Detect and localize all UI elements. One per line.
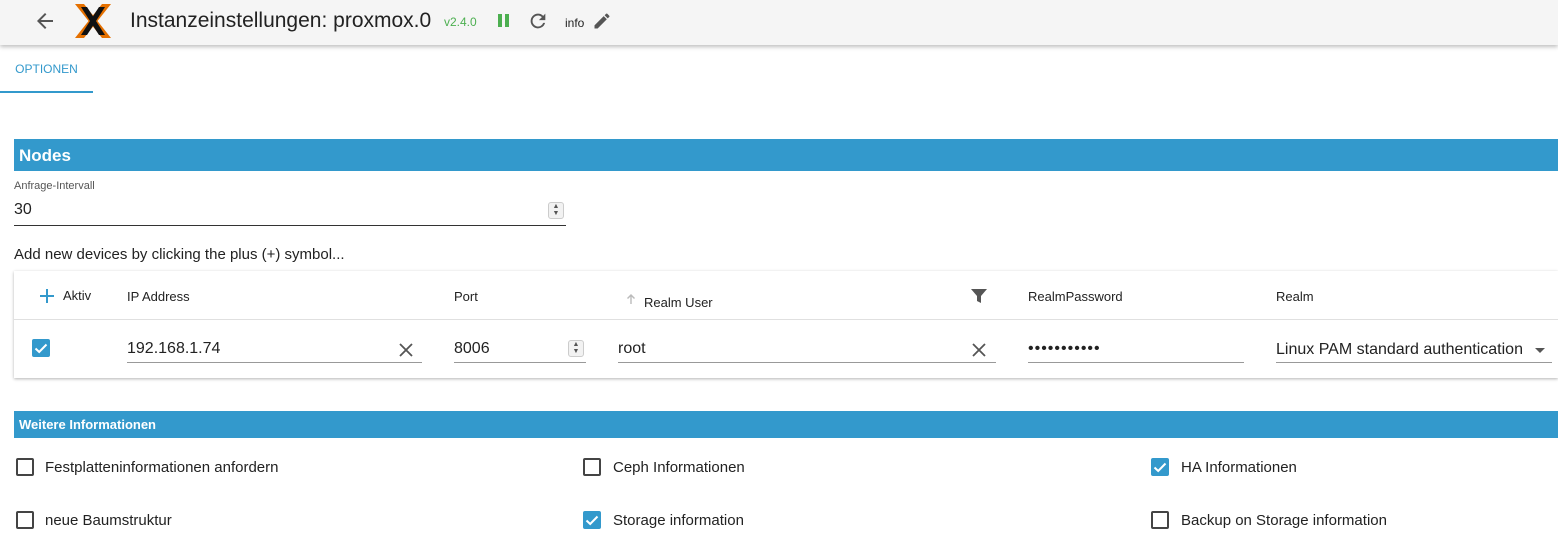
checkbox-baumstruktur[interactable]	[16, 511, 34, 529]
checkbox-festplatten[interactable]	[16, 458, 34, 476]
column-header-aktiv: Aktiv	[63, 288, 92, 303]
checkbox-ceph[interactable]	[583, 458, 601, 476]
realm-user-field	[618, 337, 996, 363]
proxmox-logo-icon	[73, 3, 113, 39]
version-badge: v2.4.0	[444, 15, 477, 29]
nodes-table: Aktiv IP Address Port Realm User RealmPa…	[14, 271, 1558, 378]
interval-label: Anfrage-Intervall	[14, 180, 95, 192]
log-level[interactable]: info	[565, 16, 584, 30]
port-stepper[interactable]: ▲ ▼	[568, 340, 584, 357]
add-hint: Add new devices by clicking the plus (+)…	[14, 246, 345, 263]
realm-select[interactable]: Linux PAM standard authentication	[1276, 337, 1552, 363]
top-bar: Instanzeinstellungen: proxmox.0 v2.4.0 i…	[0, 0, 1558, 45]
label-backup-storage: Backup on Storage information	[1181, 512, 1387, 529]
label-ha: HA Informationen	[1181, 459, 1297, 476]
ip-address-field	[127, 337, 422, 363]
realm-user-input[interactable]	[618, 338, 958, 360]
tab-indicator	[0, 91, 93, 93]
sort-arrow-icon[interactable]	[625, 292, 637, 304]
plus-icon[interactable]	[38, 287, 56, 305]
realm-select-value: Linux PAM standard authentication	[1276, 341, 1523, 358]
column-header-realm-user[interactable]: Realm User	[644, 295, 713, 310]
port-input[interactable]	[454, 338, 554, 360]
ip-address-input[interactable]	[127, 338, 387, 360]
dropdown-arrow-icon	[1535, 348, 1545, 353]
filter-icon[interactable]	[970, 287, 988, 305]
column-header-realm-password: RealmPassword	[1028, 289, 1123, 304]
label-festplatten: Festplatteninformationen anfordern	[45, 459, 279, 476]
label-ceph: Ceph Informationen	[613, 459, 745, 476]
checkbox-storage[interactable]	[583, 511, 601, 529]
tab-optionen[interactable]: OPTIONEN	[0, 46, 93, 93]
edit-icon[interactable]	[592, 11, 612, 31]
section-header-nodes: Nodes	[14, 139, 1558, 171]
checkbox-ha[interactable]	[1151, 458, 1169, 476]
column-header-realm: Realm	[1276, 289, 1314, 304]
interval-stepper[interactable]: ▲ ▼	[548, 202, 564, 219]
label-storage: Storage information	[613, 512, 744, 529]
interval-field: ▲▼	[14, 198, 566, 226]
interval-input[interactable]	[14, 198, 514, 222]
port-field: ▲▼	[454, 337, 586, 363]
column-header-ip: IP Address	[127, 289, 190, 304]
section-header-more-info: Weitere Informationen	[14, 411, 1558, 438]
row-active-checkbox[interactable]	[32, 339, 50, 357]
reload-icon[interactable]	[527, 10, 549, 32]
clear-icon[interactable]	[970, 341, 988, 359]
realm-password-field	[1028, 337, 1244, 363]
label-baumstruktur: neue Baumstruktur	[45, 512, 172, 529]
realm-password-input[interactable]	[1028, 338, 1238, 360]
back-arrow-icon[interactable]	[33, 9, 57, 33]
checkbox-backup-storage[interactable]	[1151, 511, 1169, 529]
column-header-port: Port	[454, 289, 478, 304]
pause-icon[interactable]	[495, 12, 513, 30]
page-title: Instanzeinstellungen: proxmox.0	[130, 9, 432, 32]
clear-icon[interactable]	[397, 341, 415, 359]
table-divider	[14, 319, 1558, 320]
